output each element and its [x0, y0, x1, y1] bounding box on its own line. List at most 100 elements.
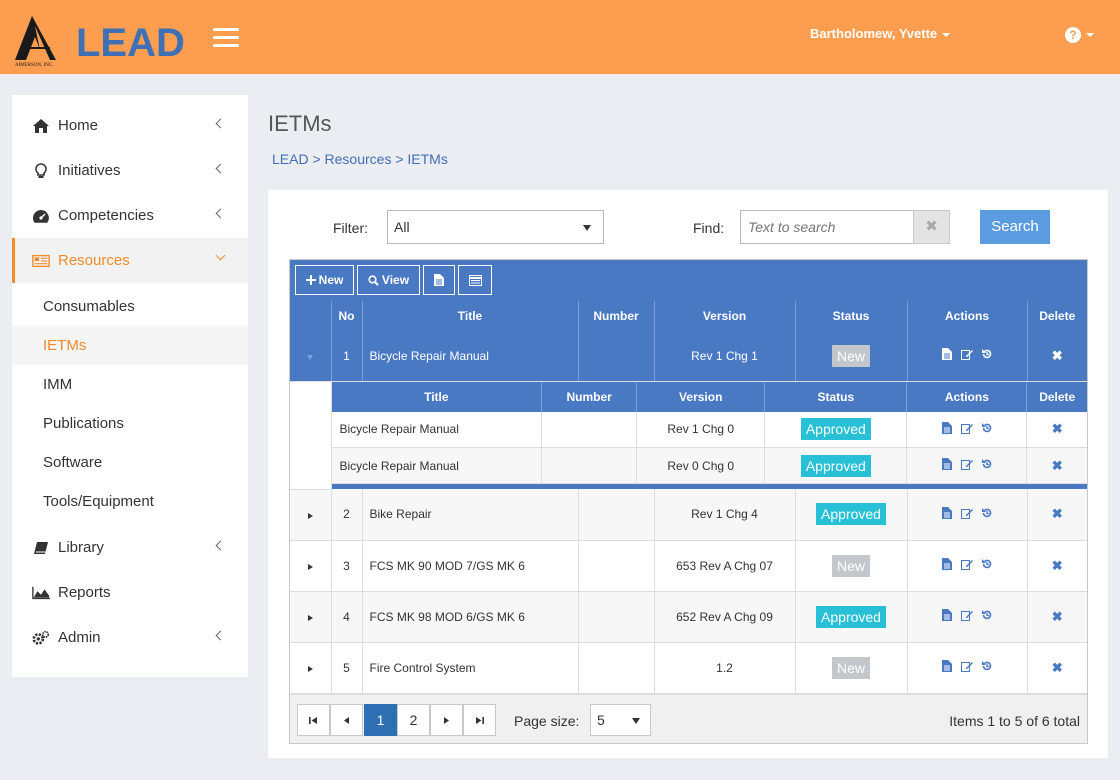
row-version: 1.2 [654, 642, 796, 694]
delete-icon[interactable]: ✖ [1052, 348, 1063, 363]
sidebar-item-reports[interactable]: Reports [12, 570, 248, 615]
row-expander[interactable] [290, 540, 332, 592]
revision-delete[interactable]: ✖ [1026, 411, 1087, 448]
history-icon[interactable] [981, 660, 993, 672]
table-row[interactable]: 4 FCS MK 98 MOD 6/GS MK 6 652 Rev A Chg … [290, 591, 1087, 643]
column-header-title[interactable]: Title [362, 301, 579, 331]
user-menu[interactable]: Bartholomew, Yvette [810, 26, 951, 41]
help-menu[interactable]: ? [1065, 26, 1094, 43]
edit-icon[interactable] [961, 348, 973, 361]
edit-icon[interactable] [961, 660, 973, 672]
sidebar-subitem-tools-equipment[interactable]: Tools/Equipment [12, 482, 248, 521]
resources-icon [32, 253, 50, 269]
sub-column-header-number[interactable]: Number [541, 381, 638, 412]
history-icon[interactable] [981, 348, 993, 360]
filter-label: Filter: [333, 220, 368, 236]
export-document-button[interactable] [423, 265, 455, 295]
edit-icon[interactable] [961, 558, 973, 570]
row-no: 1 [331, 331, 363, 382]
revision-table: Title Number Version Status Actions Dele… [331, 381, 1087, 484]
sidebar-subitem-imm[interactable]: IMM [12, 365, 248, 404]
column-header-no[interactable]: No [331, 301, 363, 331]
search-button[interactable]: Search [980, 210, 1050, 244]
row-delete[interactable]: ✖ [1027, 642, 1087, 694]
delete-icon[interactable]: ✖ [1052, 458, 1063, 473]
document-icon[interactable] [941, 660, 953, 672]
ietm-grid: New View No Title Number Version Status … [289, 259, 1088, 744]
sub-column-header-title[interactable]: Title [331, 381, 543, 412]
search-input[interactable] [740, 210, 914, 244]
table-row[interactable]: 1 Bicycle Repair Manual Rev 1 Chg 1 New … [290, 331, 1087, 382]
sidebar-subitem-software[interactable]: Software [12, 443, 248, 482]
last-page-button[interactable] [463, 704, 496, 736]
row-expander[interactable] [290, 642, 332, 694]
sidebar-item-initiatives[interactable]: Initiatives [12, 148, 248, 193]
row-delete[interactable]: ✖ [1027, 591, 1087, 643]
edit-icon[interactable] [960, 458, 973, 470]
clear-search-button[interactable]: ✖ [913, 210, 950, 244]
lead-logo[interactable]: LEAD AIMERSON, INC. [12, 12, 197, 68]
new-button[interactable]: New [295, 265, 354, 295]
document-icon[interactable] [941, 558, 953, 570]
revision-row[interactable]: Bicycle Repair Manual Rev 1 Chg 0 Approv… [331, 411, 1087, 448]
table-row[interactable]: 5 Fire Control System 1.2 New ✖ [290, 642, 1087, 694]
first-page-button[interactable] [297, 704, 330, 736]
delete-icon[interactable]: ✖ [1052, 421, 1063, 436]
delete-icon[interactable]: ✖ [1052, 506, 1063, 521]
history-icon[interactable] [981, 422, 993, 434]
sidebar-subitem-ietms[interactable]: IETMs [12, 326, 248, 365]
revision-delete[interactable]: ✖ [1026, 447, 1087, 484]
edit-icon[interactable] [960, 422, 973, 434]
sidebar-item-competencies[interactable]: Competencies [12, 193, 248, 238]
file-icon [434, 274, 444, 286]
column-header-status[interactable]: Status [795, 301, 908, 331]
delete-icon[interactable]: ✖ [1052, 660, 1063, 675]
delete-icon[interactable]: ✖ [1052, 558, 1063, 573]
chevron-left-icon [215, 540, 226, 551]
row-delete[interactable]: ✖ [1027, 489, 1087, 541]
document-icon[interactable] [941, 458, 953, 470]
prev-page-button[interactable] [330, 704, 363, 736]
list-view-button[interactable] [458, 265, 492, 295]
history-icon[interactable] [981, 609, 993, 621]
row-delete[interactable]: ✖ [1027, 540, 1087, 592]
sidebar-item-admin[interactable]: Admin [12, 615, 248, 660]
page-button-2[interactable]: 2 [397, 704, 430, 736]
sidebar-subitem-consumables[interactable]: Consumables [12, 287, 248, 326]
table-row[interactable]: 3 FCS MK 90 MOD 7/GS MK 6 653 Rev A Chg … [290, 540, 1087, 592]
next-page-button[interactable] [430, 704, 463, 736]
document-icon[interactable] [941, 609, 953, 621]
menu-toggle-icon[interactable] [213, 28, 239, 48]
edit-icon[interactable] [961, 507, 973, 519]
page-size-select[interactable]: 5 [590, 704, 651, 736]
column-header-number[interactable]: Number [578, 301, 655, 331]
table-row[interactable]: 2 Bike Repair Rev 1 Chg 4 Approved ✖ [290, 489, 1087, 541]
sidebar-subitem-publications[interactable]: Publications [12, 404, 248, 443]
chevron-down-icon [215, 250, 226, 261]
row-expander[interactable] [290, 591, 332, 643]
page-button-1[interactable]: 1 [364, 704, 397, 736]
sidebar-item-home[interactable]: Home [12, 103, 248, 148]
view-button[interactable]: View [357, 265, 420, 295]
expand-arrow-icon [307, 614, 313, 621]
sub-column-header-status[interactable]: Status [764, 381, 908, 412]
column-header-version[interactable]: Version [654, 301, 796, 331]
history-icon[interactable] [981, 458, 993, 470]
row-expander[interactable] [290, 331, 332, 382]
filter-select[interactable]: All [387, 210, 604, 244]
sidebar-item-resources[interactable]: Resources [12, 238, 248, 283]
document-icon[interactable] [941, 506, 953, 519]
sub-column-header-version[interactable]: Version [636, 381, 766, 412]
history-icon[interactable] [981, 507, 993, 519]
edit-icon[interactable] [961, 609, 973, 621]
row-expander[interactable] [290, 489, 332, 541]
revision-row[interactable]: Bicycle Repair Manual Rev 0 Chg 0 Approv… [331, 447, 1087, 484]
document-icon[interactable] [941, 348, 953, 361]
document-icon[interactable] [941, 421, 953, 434]
sidebar-item-label: Competencies [58, 207, 154, 224]
delete-icon[interactable]: ✖ [1052, 609, 1063, 624]
history-icon[interactable] [981, 558, 993, 570]
breadcrumb[interactable]: LEAD > Resources > IETMs [272, 151, 448, 167]
sidebar-item-library[interactable]: Library [12, 525, 248, 570]
row-delete[interactable]: ✖ [1027, 331, 1087, 382]
